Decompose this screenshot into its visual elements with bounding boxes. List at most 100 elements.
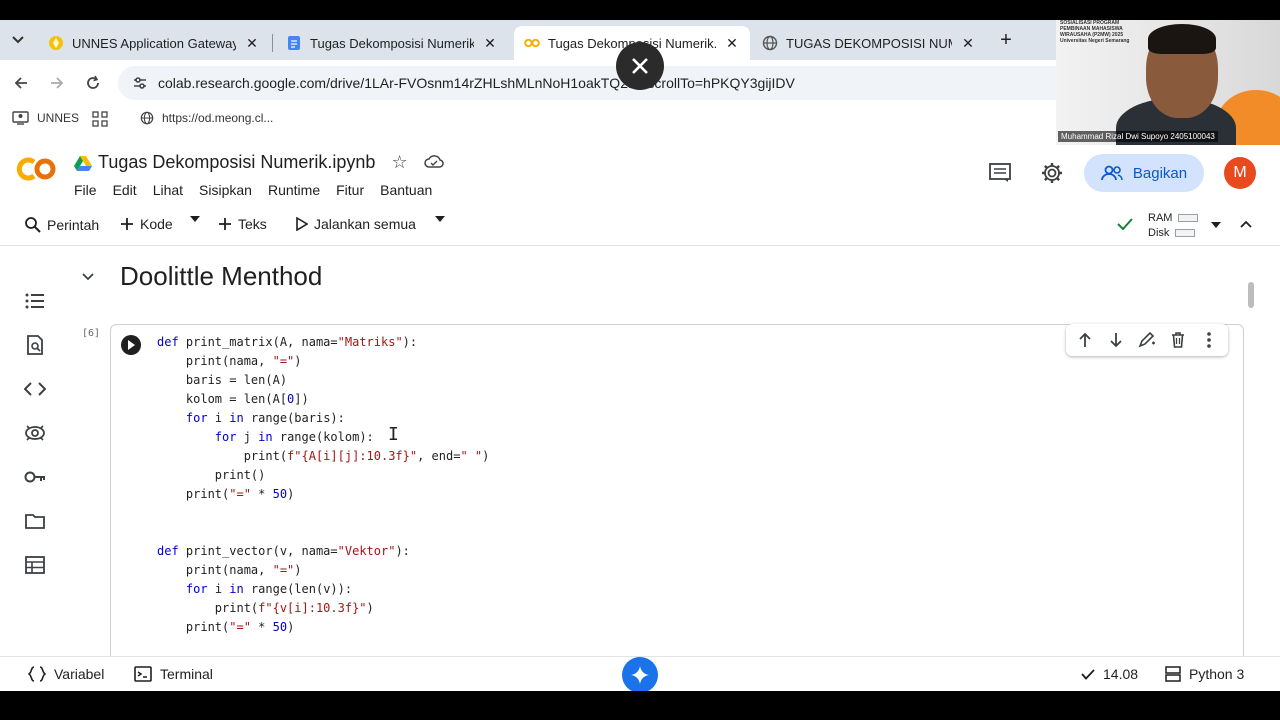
reload-icon[interactable] [82,72,104,94]
menu-runtime[interactable]: Runtime [268,182,320,198]
collapse-header-chevron-up-icon[interactable] [1240,220,1258,228]
code-editor[interactable]: def print_matrix(A, nama="Matriks"): pri… [157,333,489,637]
server-icon [1165,666,1181,682]
menu-bar: File Edit Lihat Sisipkan Runtime Fitur B… [74,182,448,198]
colab-header: Tugas Dekomposisi Numerik.ipynb ☆ File E… [0,142,1280,204]
close-overlay-button[interactable] [616,42,664,90]
tab-google-docs[interactable]: Tugas Dekomposisi Numerik ✕ [276,26,508,60]
braces-icon [28,666,46,682]
participant-name-tag: Muhammad Rizal Dwi Supoyo 2405100043 [1058,131,1218,142]
colab-logo-icon [16,157,56,181]
code-cell[interactable]: def print_matrix(A, nama="Matriks"): pri… [110,324,1244,664]
command-palette-button[interactable]: Perintah [24,216,99,233]
delete-trash-icon[interactable] [1167,329,1189,351]
site-settings-icon[interactable] [130,75,150,91]
cell-toolbar [1066,324,1228,356]
run-all-button[interactable]: Jalankan semua [296,216,416,232]
share-label: Bagikan [1132,164,1188,182]
data-table-icon[interactable] [24,554,46,576]
table-of-contents-icon[interactable] [24,290,46,312]
play-icon [128,340,135,350]
execution-status[interactable]: 14.08 [1081,666,1138,682]
google-drive-icon[interactable] [74,155,92,171]
close-tab-icon[interactable]: ✕ [960,35,976,52]
star-icon[interactable]: ☆ [391,152,407,173]
notebook-title[interactable]: Tugas Dekomposisi Numerik.ipynb [98,152,375,173]
gemini-button[interactable] [622,657,658,691]
gemini-sparkle-icon [631,666,649,684]
connected-check-icon [1117,218,1139,230]
text-cursor-icon: I [388,424,399,445]
bookmark-label: https://od.meong.cl... [162,111,274,125]
move-cell-up-icon[interactable] [1074,329,1096,351]
resource-monitor[interactable]: RAM Disk [1148,210,1199,240]
code-snippets-icon[interactable] [24,378,46,400]
close-icon [632,58,648,74]
section-collapse-chevron-icon[interactable] [82,268,94,284]
secrets-key-icon[interactable] [24,466,46,488]
runtime-dropdown-chevron-icon[interactable] [1211,222,1227,228]
close-tab-icon[interactable]: ✕ [244,35,260,52]
notebook-scrollbar[interactable] [1248,282,1254,308]
play-icon [296,217,308,231]
menu-view[interactable]: Lihat [153,182,183,198]
settings-gear-icon[interactable] [1039,160,1065,186]
unnes-icon [49,36,63,50]
status-bar: Variabel Terminal 14.08 Python 3 [0,656,1280,691]
docs-icon [288,36,300,50]
find-replace-icon[interactable] [24,334,46,356]
address-bar[interactable]: colab.research.google.com/drive/1LAr-FVO… [118,66,1108,100]
add-code-button[interactable]: Kode [120,216,173,232]
tab-search-chevron-icon[interactable] [6,30,30,50]
globe-icon [762,35,778,51]
menu-edit[interactable]: Edit [113,182,137,198]
account-avatar[interactable]: M [1224,157,1256,189]
edit-pencil-icon[interactable] [1136,329,1158,351]
tab-title: TUGAS DEKOMPOSISI NUMERI [786,35,952,51]
terminal-button[interactable]: Terminal [134,666,213,682]
apps-grid-icon [92,111,108,127]
check-icon [1081,668,1095,680]
comments-icon[interactable] [987,160,1013,186]
search-icon [25,217,41,233]
classroom-icon [12,111,29,125]
bookmark-unnes[interactable]: UNNES [12,111,79,125]
run-all-dropdown-chevron-icon[interactable] [435,216,451,222]
tab-title: Tugas Dekomposisi Numerik [310,35,474,51]
ram-label: RAM [1148,211,1173,224]
menu-tools[interactable]: Fitur [336,182,364,198]
tab-unnes-gateway[interactable]: UNNES Application Gateway (B ✕ [38,26,270,60]
tab-globe-page[interactable]: TUGAS DEKOMPOSISI NUMERI ✕ [752,26,986,60]
disk-bar [1175,228,1196,237]
colab-logo[interactable] [16,156,58,187]
move-cell-down-icon[interactable] [1105,329,1127,351]
code-dropdown-chevron-icon[interactable] [190,216,206,222]
execution-time: 14.08 [1103,666,1139,682]
variables-button[interactable]: Variabel [28,666,104,682]
back-arrow-icon[interactable] [10,72,32,94]
notebook-title-row: Tugas Dekomposisi Numerik.ipynb ☆ [74,152,444,173]
plus-icon [121,218,133,230]
ram-bar [1178,213,1199,222]
close-tab-icon[interactable]: ✕ [482,35,498,52]
menu-help[interactable]: Bantuan [380,182,432,198]
share-button[interactable]: Bagikan [1084,154,1204,192]
runtime-type-button[interactable]: Python 3 [1165,666,1244,682]
add-text-button[interactable]: Teks [218,216,267,232]
menu-file[interactable]: File [74,182,97,198]
menu-insert[interactable]: Sisipkan [199,182,252,198]
more-options-icon[interactable] [1198,329,1220,351]
bookmark-label: UNNES [37,111,80,125]
bookmark-apps[interactable] [92,111,116,127]
run-cell-button[interactable] [121,335,141,355]
cloud-saved-icon[interactable] [423,152,444,173]
close-tab-icon[interactable]: ✕ [724,35,740,52]
variables-inspector-icon[interactable] [24,422,46,444]
new-tab-button[interactable]: + [996,30,1016,50]
notebook-toolbar: Perintah Kode Teks Jalankan semua RAM Di… [0,204,1280,246]
url-text: colab.research.google.com/drive/1LAr-FVO… [158,75,795,91]
section-heading[interactable]: Doolittle Menthod [120,261,322,292]
bookmark-meong[interactable]: https://od.meong.cl... [140,111,273,125]
forward-arrow-icon[interactable] [46,72,68,94]
files-folder-icon[interactable] [24,510,46,532]
